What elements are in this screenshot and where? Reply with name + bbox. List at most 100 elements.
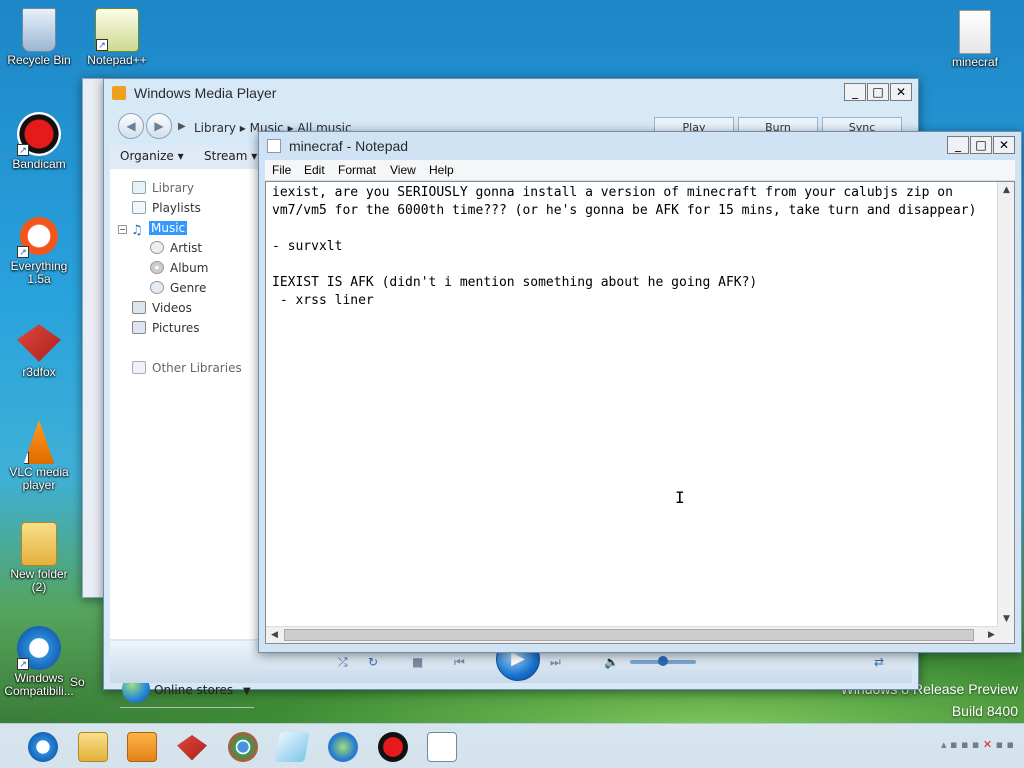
minimize-button[interactable]: _: [947, 136, 969, 154]
taskbar-idm-icon[interactable]: [328, 732, 358, 762]
shuffle-icon[interactable]: ⤮: [338, 655, 348, 670]
tree-item-library[interactable]: Library: [132, 181, 194, 199]
menu-view[interactable]: View: [390, 163, 416, 177]
tree-label: Album: [170, 261, 209, 275]
desktop-icon-windows-compat[interactable]: ↗ Windows Compatibili...: [2, 626, 76, 698]
scroll-left-icon[interactable]: ◀: [266, 627, 283, 644]
close-button[interactable]: ✕: [890, 83, 912, 101]
music-note-icon: ♫: [131, 223, 143, 238]
tree-label: Genre: [170, 281, 207, 295]
network-error-icon: ✕: [982, 738, 993, 751]
tree-item-genre[interactable]: Genre: [150, 281, 206, 299]
desktop-icon-label: minecraf: [951, 55, 998, 69]
taskbar: ▴ ▪ ▪ ▪ ✕ ▪ ▪: [0, 723, 1024, 768]
back-button[interactable]: ◀: [118, 113, 144, 139]
pane-divider: [120, 707, 254, 708]
desktop-icon-label: Bandicam: [12, 157, 66, 171]
tree-item-playlists[interactable]: Playlists: [132, 201, 201, 219]
artist-icon: [150, 241, 164, 254]
desktop-icon-new-folder[interactable]: New folder (2): [2, 522, 76, 594]
tree-label: Artist: [170, 241, 203, 255]
tree-item-other-libraries[interactable]: Other Libraries: [132, 361, 242, 379]
desktop-icon-partial[interactable]: So: [70, 676, 100, 689]
notepad-titlebar[interactable]: minecraf - Notepad _ □ ✕: [259, 132, 1021, 160]
maximize-button[interactable]: □: [970, 136, 992, 154]
menu-file[interactable]: File: [272, 163, 291, 177]
chevron-down-icon: ▼: [242, 686, 251, 697]
desktop-icon-label: New folder (2): [10, 567, 68, 594]
scroll-up-icon[interactable]: ▲: [998, 182, 1015, 199]
stream-label: Stream: [204, 149, 248, 163]
system-tray[interactable]: ▴ ▪ ▪ ▪ ✕ ▪ ▪: [941, 738, 1014, 751]
wmp-app-icon: [112, 86, 126, 100]
desktop-icon-everything[interactable]: ↗ Everything 1.5a: [2, 214, 76, 286]
notepad-menubar: File Edit Format View Help: [265, 160, 1015, 180]
library-icon: [132, 181, 146, 194]
desktop-icon-minecraf[interactable]: minecraf: [938, 10, 1012, 69]
tree-label: Music: [149, 221, 188, 235]
notepad-text-area[interactable]: [266, 182, 1000, 628]
taskbar-list-icon[interactable]: [427, 732, 457, 762]
next-icon[interactable]: ⏭: [550, 655, 561, 670]
tree-label: Pictures: [152, 321, 200, 335]
volume-knob[interactable]: [658, 656, 668, 666]
maximize-button[interactable]: □: [867, 83, 889, 101]
desktop-icon-notepadpp[interactable]: ↗ Notepad++: [80, 8, 154, 67]
horizontal-scroll-thumb[interactable]: [284, 629, 974, 641]
taskbar-explorer-icon[interactable]: [78, 732, 108, 762]
volume-icon[interactable]: 🔈: [604, 655, 619, 669]
desktop-icon-label: Everything 1.5a: [10, 259, 68, 286]
minimize-button[interactable]: _: [844, 83, 866, 101]
tree-item-artist[interactable]: Artist: [150, 241, 202, 259]
desktop-icon-vlc[interactable]: ↗ VLC media player: [2, 420, 76, 492]
wmp-titlebar[interactable]: Windows Media Player _ □ ✕: [104, 79, 918, 107]
forward-arrow-icon[interactable]: ▶: [178, 121, 186, 132]
notepadpp-icon: ↗: [95, 8, 139, 52]
text-file-icon: [959, 10, 991, 54]
text-cursor-icon: I: [675, 488, 685, 507]
resize-grip-icon[interactable]: [997, 626, 1014, 643]
tree-item-videos[interactable]: Videos: [132, 301, 192, 319]
genre-icon: [150, 281, 164, 294]
volume-slider[interactable]: [630, 656, 696, 666]
taskbar-notepad-icon[interactable]: [274, 732, 310, 762]
tree-item-music[interactable]: − ♫ Music: [118, 221, 188, 239]
taskbar-chrome-icon[interactable]: [228, 732, 258, 762]
menu-edit[interactable]: Edit: [304, 163, 325, 177]
menu-help[interactable]: Help: [429, 163, 454, 177]
tree-label: Playlists: [152, 201, 201, 215]
stop-icon[interactable]: ■: [412, 655, 423, 669]
previous-icon[interactable]: ⏮: [454, 655, 465, 670]
tree-label: Library: [152, 181, 194, 195]
vertical-scrollbar[interactable]: ▲ ▼: [997, 182, 1014, 628]
close-button[interactable]: ✕: [993, 136, 1015, 154]
other-libraries-icon: [132, 361, 146, 374]
bandicam-icon: ↗: [17, 112, 61, 156]
tree-item-pictures[interactable]: Pictures: [132, 321, 200, 339]
tree-item-album[interactable]: Album: [150, 261, 208, 279]
library-nav-pane: Library Playlists − ♫ Music Artist Album G…: [110, 169, 262, 708]
taskbar-ie-icon[interactable]: [28, 732, 58, 762]
desktop-icon-label: So: [70, 675, 85, 689]
desktop-icon-recycle-bin[interactable]: Recycle Bin: [2, 8, 76, 67]
horizontal-scrollbar[interactable]: ◀ ▶: [266, 626, 1000, 643]
recycle-bin-icon: [22, 8, 56, 52]
forward-button[interactable]: ▶: [146, 113, 172, 139]
menu-format[interactable]: Format: [338, 163, 376, 177]
desktop-icon-r3dfox[interactable]: ↗ r3dfox: [2, 320, 76, 379]
album-icon: [150, 261, 164, 274]
notepad-editor: ▲ ▼ ◀ ▶: [265, 181, 1015, 644]
collapse-toggle-icon[interactable]: −: [118, 225, 127, 234]
taskbar-media-player-icon[interactable]: [127, 732, 157, 762]
r3dfox-icon: ↗: [17, 324, 61, 362]
repeat-icon[interactable]: ↻: [368, 655, 378, 669]
notepad-window[interactable]: minecraf - Notepad _ □ ✕ File Edit Forma…: [258, 131, 1022, 653]
taskbar-bandicam-icon[interactable]: [378, 732, 408, 762]
stream-button[interactable]: Stream ▾: [204, 149, 257, 163]
vlc-icon: ↗: [23, 420, 55, 464]
switch-to-now-playing-icon[interactable]: ⇄: [874, 655, 884, 669]
organize-button[interactable]: Organize ▾: [120, 149, 184, 163]
video-icon: [132, 301, 146, 314]
taskbar-r3dfox-icon[interactable]: [177, 735, 207, 761]
desktop-icon-bandicam[interactable]: ↗ Bandicam: [2, 112, 76, 171]
